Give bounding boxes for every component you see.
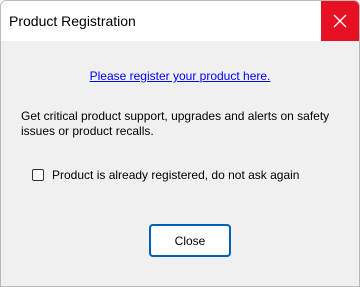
title-bar[interactable]: Product Registration (1, 1, 359, 41)
description-text: Get critical product support, upgrades a… (21, 109, 330, 138)
already-registered-option[interactable]: Product is already registered, do not as… (32, 168, 299, 182)
close-button[interactable]: Close (149, 224, 231, 257)
already-registered-label[interactable]: Product is already registered, do not as… (52, 168, 299, 182)
titlebar-close-button[interactable] (321, 1, 359, 41)
window-title: Product Registration (9, 13, 136, 29)
already-registered-checkbox[interactable] (32, 169, 44, 181)
product-registration-dialog: Product Registration Please register you… (0, 0, 360, 287)
close-icon (333, 14, 347, 28)
register-product-link[interactable]: Please register your product here. (1, 69, 359, 83)
dialog-body: Please register your product here. Get c… (1, 41, 359, 286)
